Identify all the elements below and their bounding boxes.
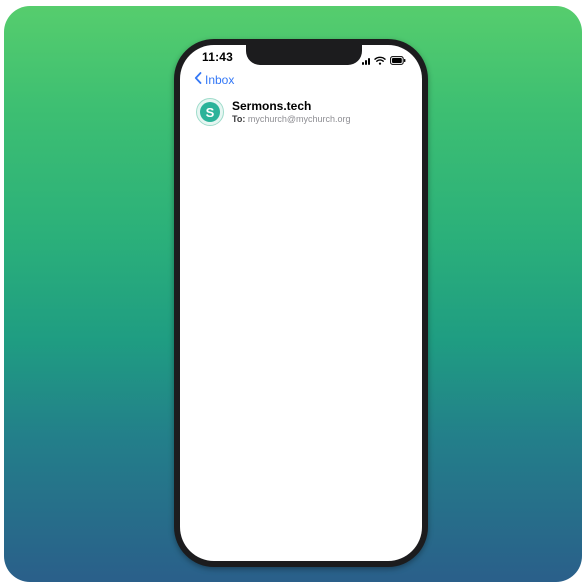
phone-frame: 11:43 Inbox S Sermons.tech To: mychurch@… <box>174 39 428 567</box>
sender-name[interactable]: Sermons.tech <box>232 99 351 114</box>
back-to-inbox-button[interactable]: Inbox <box>194 72 234 87</box>
phone-screen: 11:43 Inbox S Sermons.tech To: mychurch@… <box>180 45 422 561</box>
recipient-line: To: mychurch@mychurch.org <box>232 114 351 124</box>
avatar-letter: S <box>200 102 220 122</box>
wifi-icon <box>374 52 386 70</box>
battery-icon <box>390 52 406 70</box>
back-label: Inbox <box>205 72 235 87</box>
signal-icon <box>362 57 370 65</box>
recipient-address[interactable]: mychurch@mychurch.org <box>248 114 351 124</box>
chevron-left-icon <box>194 72 202 87</box>
background-card: 11:43 Inbox S Sermons.tech To: mychurch@… <box>4 6 582 582</box>
status-icons <box>362 52 406 70</box>
sender-meta: Sermons.tech To: mychurch@mychurch.org <box>232 99 351 124</box>
sender-avatar[interactable]: S <box>196 98 224 126</box>
email-header: S Sermons.tech To: mychurch@mychurch.org <box>196 98 351 126</box>
status-time: 11:43 <box>202 50 234 64</box>
phone-notch <box>246 45 362 65</box>
recipient-label: To: <box>232 113 246 124</box>
